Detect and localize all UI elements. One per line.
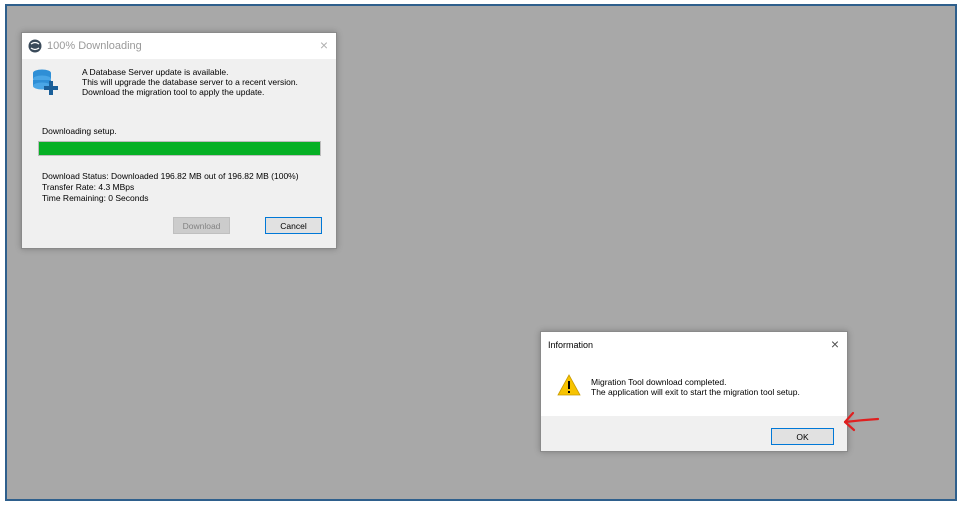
downloading-setup-label: Downloading setup. xyxy=(42,126,117,136)
cancel-button[interactable]: Cancel xyxy=(265,217,322,234)
information-dialog-close-icon[interactable]: × xyxy=(831,336,839,352)
download-button[interactable]: Download xyxy=(173,217,230,234)
message-line: Download the migration tool to apply the… xyxy=(82,87,265,97)
download-dialog-message: A Database Server update is available. T… xyxy=(82,67,298,97)
download-dialog-close-icon[interactable]: × xyxy=(320,37,328,53)
download-status-text: Download Status: Downloaded 196.82 MB ou… xyxy=(42,171,299,181)
information-dialog-message: Migration Tool download completed. The a… xyxy=(591,377,800,397)
database-add-icon xyxy=(33,69,58,95)
app-globe-icon xyxy=(28,39,42,53)
download-dialog-title: 100% Downloading xyxy=(47,40,142,52)
message-line: Migration Tool download completed. xyxy=(591,377,727,387)
message-line: This will upgrade the database server to… xyxy=(82,77,298,87)
time-remaining-text: Time Remaining: 0 Seconds xyxy=(42,193,149,203)
information-dialog-title: Information xyxy=(548,340,594,350)
download-status-block: Download Status: Downloaded 196.82 MB ou… xyxy=(42,171,299,204)
message-line: The application will exit to start the m… xyxy=(591,387,800,397)
download-dialog-titlebar[interactable]: 100% Downloading × xyxy=(22,33,336,59)
information-dialog-body: Migration Tool download completed. The a… xyxy=(541,358,847,416)
download-progress-fill xyxy=(39,142,320,155)
transfer-rate-text: Transfer Rate: 4.3 MBps xyxy=(42,182,135,192)
information-dialog: Information × Migration Tool download co… xyxy=(540,331,848,452)
information-dialog-titlebar[interactable]: Information × xyxy=(541,332,847,358)
red-arrow-icon xyxy=(843,411,880,432)
ok-button[interactable]: OK xyxy=(771,428,834,445)
message-line: A Database Server update is available. xyxy=(82,67,229,77)
warning-icon xyxy=(557,374,581,396)
download-progress-bar xyxy=(38,141,321,156)
download-dialog: 100% Downloading × A Database Server upd… xyxy=(21,32,337,249)
